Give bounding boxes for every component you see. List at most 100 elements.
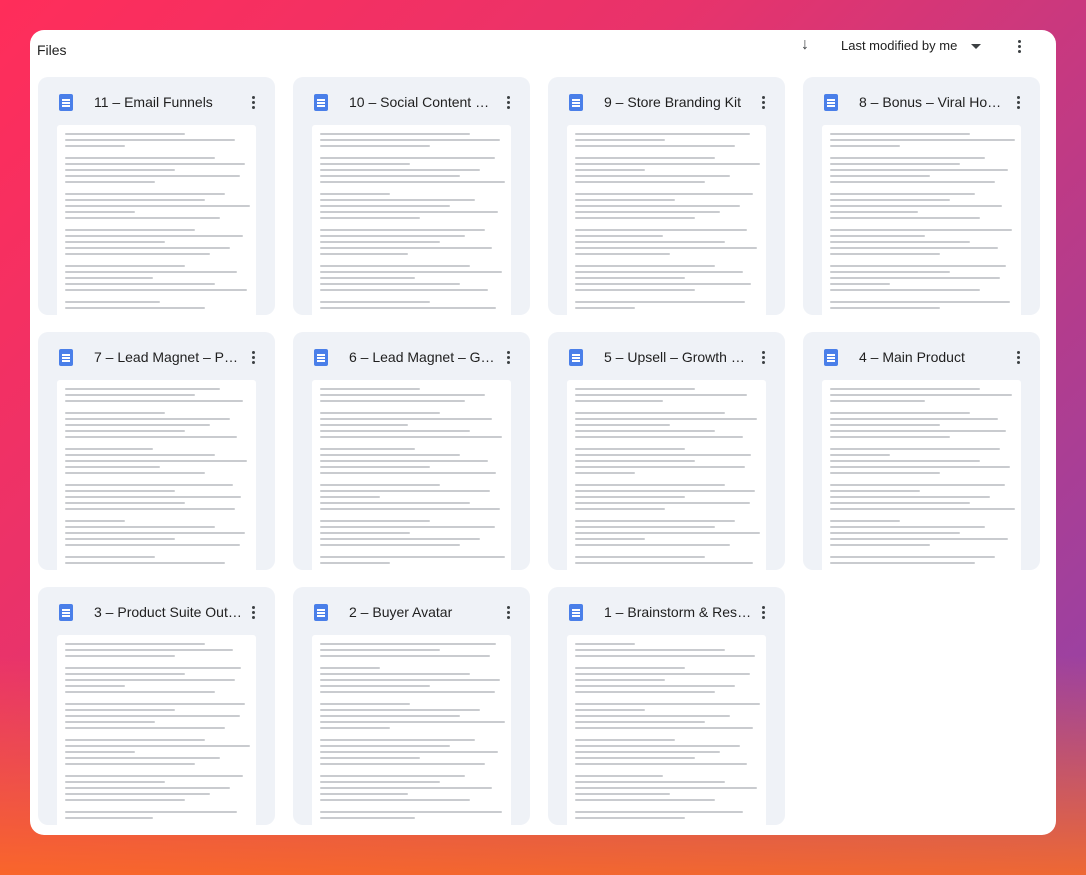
thumbnail-text-line <box>320 436 502 438</box>
thumbnail-text-line <box>65 703 245 705</box>
more-vert-icon[interactable] <box>753 346 773 368</box>
thumbnail-text-line <box>320 211 498 213</box>
more-vert-icon[interactable] <box>1008 346 1028 368</box>
thumbnail-text-line <box>830 229 1012 231</box>
thumbnail-text-line <box>65 679 235 681</box>
thumbnail-text-line <box>65 265 185 267</box>
thumbnail-text-line <box>65 388 220 390</box>
file-card[interactable]: 7 – Lead Magnet – Prompts <box>38 332 275 570</box>
file-title: 8 – Bonus – Viral Hooks <box>859 94 1007 110</box>
thumbnail-text-line <box>65 793 210 795</box>
thumbnail-text-line <box>830 520 900 522</box>
google-doc-icon <box>314 349 328 366</box>
thumbnail-text-line <box>575 502 750 504</box>
thumbnail-text-line <box>575 418 757 420</box>
google-doc-icon <box>569 604 583 621</box>
thumbnail-text-line <box>575 685 735 687</box>
google-doc-icon <box>569 349 583 366</box>
thumbnail-text-line <box>320 388 420 390</box>
thumbnail-text-line <box>575 649 725 651</box>
file-card[interactable]: 1 – Brainstorm & Research <box>548 587 785 825</box>
thumbnail-text-line <box>575 538 645 540</box>
more-vert-icon[interactable] <box>1009 36 1029 56</box>
thumbnail-text-line <box>830 289 980 291</box>
thumbnail-text-line <box>65 145 125 147</box>
thumbnail-text-line <box>830 253 940 255</box>
thumbnail-text-line <box>320 265 470 267</box>
thumbnail-text-line <box>320 301 430 303</box>
thumbnail-text-line <box>830 217 980 219</box>
file-card[interactable]: 11 – Email Funnels <box>38 77 275 315</box>
more-vert-icon[interactable] <box>753 601 773 623</box>
thumbnail-text-line <box>830 211 918 213</box>
thumbnail-text-line <box>575 289 695 291</box>
thumbnail-text-line <box>575 715 730 717</box>
more-vert-icon[interactable] <box>243 91 263 113</box>
thumbnail-text-line <box>65 649 233 651</box>
thumbnail-text-line <box>575 739 675 741</box>
thumbnail-text-line <box>830 412 970 414</box>
sort-dropdown[interactable]: Last modified by me <box>841 38 957 53</box>
thumbnail-text-line <box>320 745 450 747</box>
thumbnail-text-line <box>320 727 390 729</box>
more-vert-icon[interactable] <box>753 91 773 113</box>
file-title: 3 – Product Suite Outline <box>94 604 242 620</box>
thumbnail-text-line <box>65 496 241 498</box>
thumbnail-text-line <box>65 763 195 765</box>
thumbnail-text-line <box>320 145 430 147</box>
more-vert-icon[interactable] <box>498 601 518 623</box>
more-vert-icon[interactable] <box>498 346 518 368</box>
file-card[interactable]: 8 – Bonus – Viral Hooks <box>803 77 1040 315</box>
file-title: 2 – Buyer Avatar <box>349 604 453 620</box>
thumbnail-text-line <box>575 436 743 438</box>
thumbnail-text-line <box>320 709 480 711</box>
thumbnail-text-line <box>575 211 720 213</box>
thumbnail-text-line <box>65 817 153 819</box>
thumbnail-text-line <box>65 193 225 195</box>
thumbnail-text-line <box>575 520 735 522</box>
thumbnail-text-line <box>575 490 755 492</box>
file-card-header: 11 – Email Funnels <box>38 77 275 125</box>
more-vert-icon[interactable] <box>243 346 263 368</box>
file-title: 1 – Brainstorm & Research <box>604 604 752 620</box>
thumbnail-text-line <box>575 307 635 309</box>
thumbnail-text-line <box>575 763 747 765</box>
thumbnail-text-line <box>320 307 496 309</box>
thumbnail-text-line <box>575 484 725 486</box>
thumbnail-text-line <box>320 520 430 522</box>
thumbnail-text-line <box>320 205 450 207</box>
thumbnail-text-line <box>65 643 205 645</box>
thumbnail-text-line <box>830 526 985 528</box>
thumbnail-text-line <box>320 199 475 201</box>
file-card[interactable]: 10 – Social Content Calendar <box>293 77 530 315</box>
thumbnail-text-line <box>320 289 488 291</box>
thumbnail-text-line <box>575 643 635 645</box>
thumbnail-text-line <box>575 655 755 657</box>
thumbnail-text-line <box>575 562 753 564</box>
file-card[interactable]: 5 – Upsell – Growth Pack <box>548 332 785 570</box>
thumbnail-text-line <box>320 454 460 456</box>
more-vert-icon[interactable] <box>1008 91 1028 113</box>
thumbnail-text-line <box>575 169 645 171</box>
thumbnail-text-line <box>575 811 743 813</box>
thumbnail-text-line <box>575 532 760 534</box>
file-card[interactable]: 6 – Lead Magnet – Guide <box>293 332 530 570</box>
sort-direction-icon[interactable]: ↓ <box>796 36 814 54</box>
thumbnail-text-line <box>830 247 998 249</box>
thumbnail-text-line <box>575 703 760 705</box>
more-vert-icon[interactable] <box>243 601 263 623</box>
thumbnail-text-line <box>575 253 670 255</box>
thumbnail-text-line <box>65 229 195 231</box>
thumbnail-text-line <box>320 715 460 717</box>
thumbnail-text-line <box>320 643 496 645</box>
thumbnail-text-line <box>320 235 465 237</box>
more-vert-icon[interactable] <box>498 91 518 113</box>
caret-down-icon[interactable] <box>971 44 981 49</box>
thumbnail-text-line <box>575 775 663 777</box>
thumbnail-text-line <box>320 775 465 777</box>
thumbnail-text-line <box>575 247 757 249</box>
file-card[interactable]: 4 – Main Product <box>803 332 1040 570</box>
file-card[interactable]: 9 – Store Branding Kit <box>548 77 785 315</box>
file-card[interactable]: 3 – Product Suite Outline <box>38 587 275 825</box>
file-card[interactable]: 2 – Buyer Avatar <box>293 587 530 825</box>
